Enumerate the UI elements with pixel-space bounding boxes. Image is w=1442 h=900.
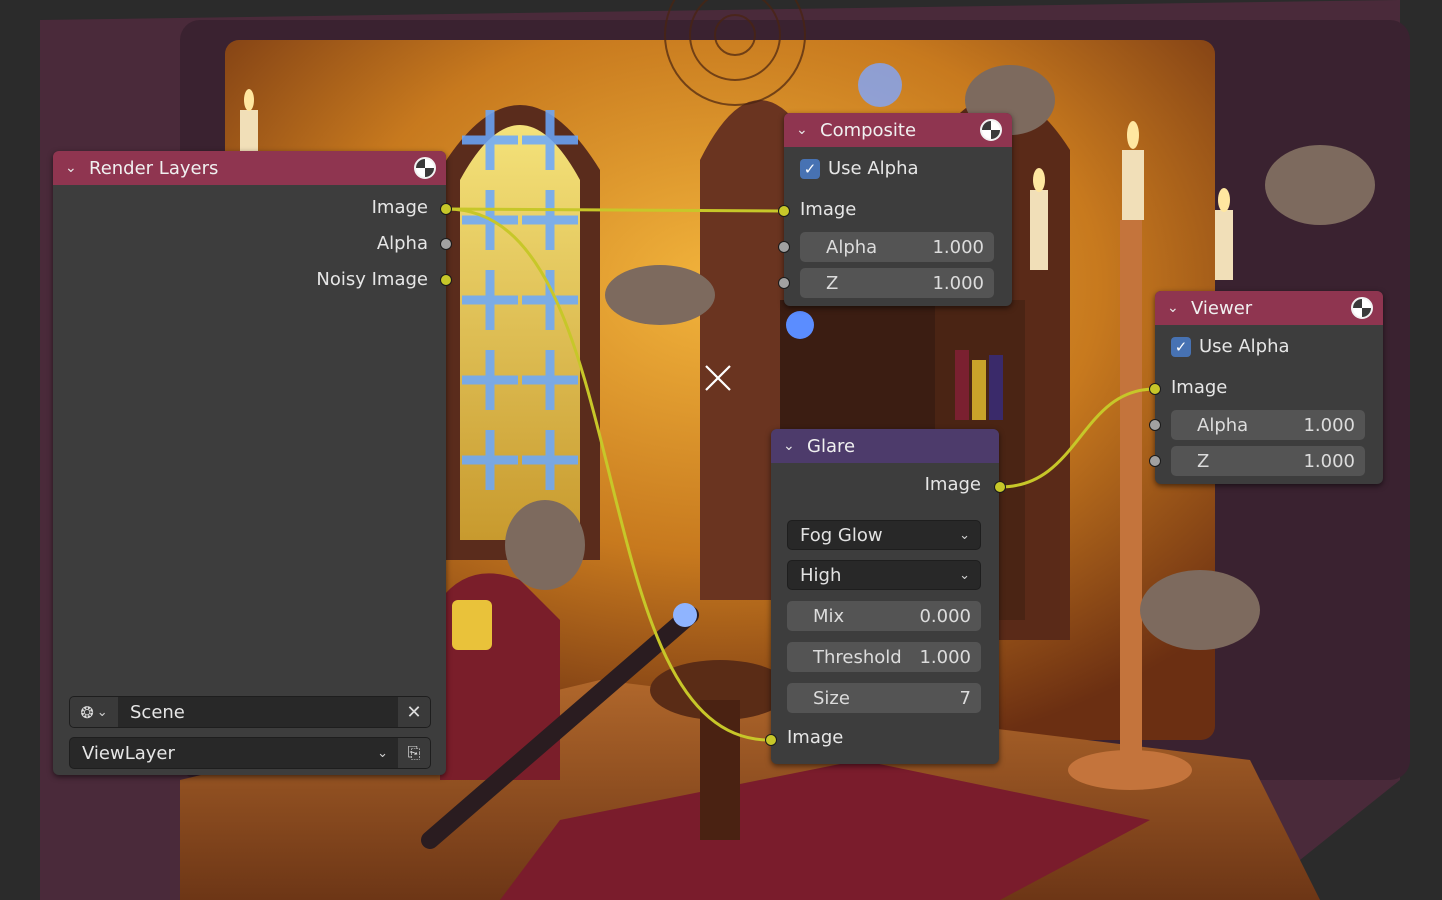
- z-value: 1.000: [932, 272, 984, 294]
- scene-name-field[interactable]: Scene: [118, 697, 398, 727]
- chevron-down-icon[interactable]: ⌄: [796, 122, 816, 138]
- glare-type-value: Fog Glow: [800, 524, 883, 546]
- viewer-header[interactable]: ⌄ Viewer: [1155, 291, 1383, 325]
- output-alpha-label: Alpha: [376, 233, 428, 254]
- scene-icon[interactable]: ❂ ⌄: [70, 697, 118, 727]
- use-alpha-checkbox-row[interactable]: ✓ Use Alpha: [800, 158, 919, 179]
- preview-sphere-icon[interactable]: [414, 157, 436, 179]
- z-label: Z: [826, 272, 839, 294]
- alpha-value: 1.000: [932, 236, 984, 258]
- size-label: Size: [813, 687, 850, 709]
- alpha-field[interactable]: Alpha 1.000: [1171, 410, 1365, 440]
- output-noisy-image-label: Noisy Image: [316, 269, 428, 290]
- threshold-label: Threshold: [813, 646, 902, 668]
- chevron-down-icon[interactable]: ⌄: [1167, 300, 1187, 316]
- node-title: Glare: [807, 435, 856, 457]
- mix-field[interactable]: Mix 0.000: [787, 601, 981, 631]
- output-alpha-socket[interactable]: [440, 238, 452, 250]
- glare-header[interactable]: ⌄ Glare: [771, 429, 999, 463]
- alpha-label: Alpha: [826, 236, 878, 258]
- z-value: 1.000: [1303, 450, 1355, 472]
- chevron-down-icon: ⌄: [959, 567, 970, 583]
- input-image-socket[interactable]: [1149, 383, 1161, 395]
- output-image-label: Image: [371, 197, 428, 218]
- input-image-socket[interactable]: [778, 205, 790, 217]
- render-layers-node[interactable]: ⌄ Render Layers Image Alpha Noisy Image …: [53, 151, 452, 775]
- preview-sphere-icon[interactable]: [1351, 297, 1373, 319]
- glare-type-dropdown[interactable]: Fog Glow ⌄: [787, 520, 981, 550]
- quality-dropdown[interactable]: High ⌄: [787, 560, 981, 590]
- use-alpha-label: Use Alpha: [1199, 336, 1290, 357]
- input-z-socket[interactable]: [778, 277, 790, 289]
- size-value: 7: [959, 687, 971, 709]
- input-image-label: Image: [787, 727, 844, 748]
- input-alpha-socket[interactable]: [778, 241, 790, 253]
- z-label: Z: [1197, 450, 1210, 472]
- node-title: Viewer: [1191, 297, 1253, 319]
- node-title: Composite: [820, 119, 917, 141]
- render-layers-header[interactable]: ⌄ Render Layers: [53, 151, 446, 185]
- view-layer-name: ViewLayer: [82, 742, 175, 764]
- threshold-value: 1.000: [919, 646, 971, 668]
- mix-value: 0.000: [919, 605, 971, 627]
- use-alpha-checkbox-row[interactable]: ✓ Use Alpha: [1171, 336, 1290, 357]
- z-field[interactable]: Z 1.000: [1171, 446, 1365, 476]
- close-icon[interactable]: ✕: [398, 697, 430, 727]
- input-z-socket[interactable]: [1149, 455, 1161, 467]
- composite-header[interactable]: ⌄ Composite: [784, 113, 1012, 147]
- view-layer-selector[interactable]: ViewLayer ⌄ ⎘: [69, 737, 431, 769]
- glare-node[interactable]: ⌄ Glare Image Fog Glow ⌄ High ⌄ Mix 0.00…: [765, 429, 1006, 764]
- chevron-down-icon: ⌄: [959, 527, 970, 543]
- alpha-value: 1.000: [1303, 414, 1355, 436]
- input-alpha-socket[interactable]: [1149, 419, 1161, 431]
- alpha-label: Alpha: [1197, 414, 1249, 436]
- use-alpha-checkbox[interactable]: ✓: [800, 158, 820, 179]
- size-field[interactable]: Size 7: [787, 683, 981, 713]
- chevron-down-icon[interactable]: ⌄: [783, 438, 803, 454]
- chevron-down-icon[interactable]: ⌄: [65, 160, 85, 176]
- chevron-down-icon: ⌄: [377, 745, 388, 761]
- input-image-socket[interactable]: [765, 734, 777, 746]
- scene-selector[interactable]: ❂ ⌄ Scene ✕: [69, 696, 431, 728]
- output-image-socket[interactable]: [994, 481, 1006, 493]
- composite-node[interactable]: ⌄ Composite ✓ Use Alpha Image Alpha 1.00…: [778, 113, 1012, 306]
- viewer-node[interactable]: ⌄ Viewer ✓ Use Alpha Image Alpha 1.000 Z…: [1149, 291, 1383, 484]
- new-layer-icon[interactable]: ⎘: [398, 738, 430, 768]
- view-layer-dropdown[interactable]: ViewLayer ⌄: [70, 738, 398, 768]
- input-image-label: Image: [1171, 377, 1228, 398]
- use-alpha-label: Use Alpha: [828, 158, 919, 179]
- z-field[interactable]: Z 1.000: [800, 268, 994, 298]
- node-title: Render Layers: [89, 157, 219, 179]
- output-image-label: Image: [924, 474, 981, 495]
- use-alpha-checkbox[interactable]: ✓: [1171, 336, 1191, 357]
- quality-value: High: [800, 564, 842, 586]
- alpha-field[interactable]: Alpha 1.000: [800, 232, 994, 262]
- input-image-label: Image: [800, 199, 857, 220]
- output-noisy-image-socket[interactable]: [440, 274, 452, 286]
- preview-sphere-icon[interactable]: [980, 119, 1002, 141]
- mix-label: Mix: [813, 605, 845, 627]
- output-image-socket[interactable]: [440, 203, 452, 215]
- threshold-field[interactable]: Threshold 1.000: [787, 642, 981, 672]
